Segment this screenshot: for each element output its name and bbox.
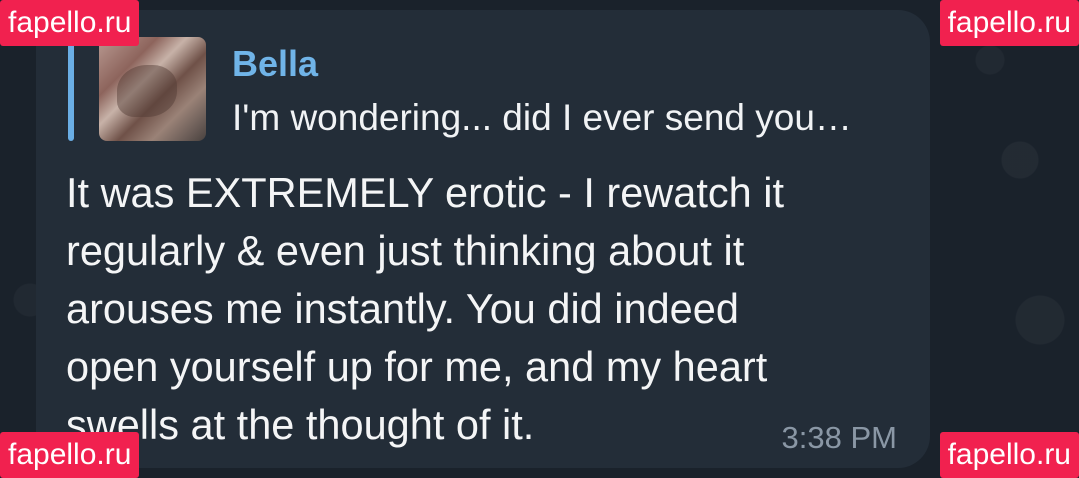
watermark-bottom-left: fapello.ru xyxy=(0,432,140,478)
message-time: 3:38 PM xyxy=(781,420,897,455)
reply-quote[interactable]: Bella I'm wondering... did I ever send y… xyxy=(68,37,918,141)
watermark-top-right: fapello.ru xyxy=(939,0,1079,46)
reply-sender-name: Bella xyxy=(232,43,319,84)
reply-thumbnail xyxy=(99,37,206,141)
message-text: It was EXTREMELY erotic - I rewatch it r… xyxy=(66,169,785,448)
reply-accent-bar xyxy=(68,37,74,141)
watermark-bottom-right: fapello.ru xyxy=(939,432,1079,478)
watermark-top-left: fapello.ru xyxy=(0,0,140,46)
reply-preview-text: I'm wondering... did I ever send you… xyxy=(232,97,852,138)
